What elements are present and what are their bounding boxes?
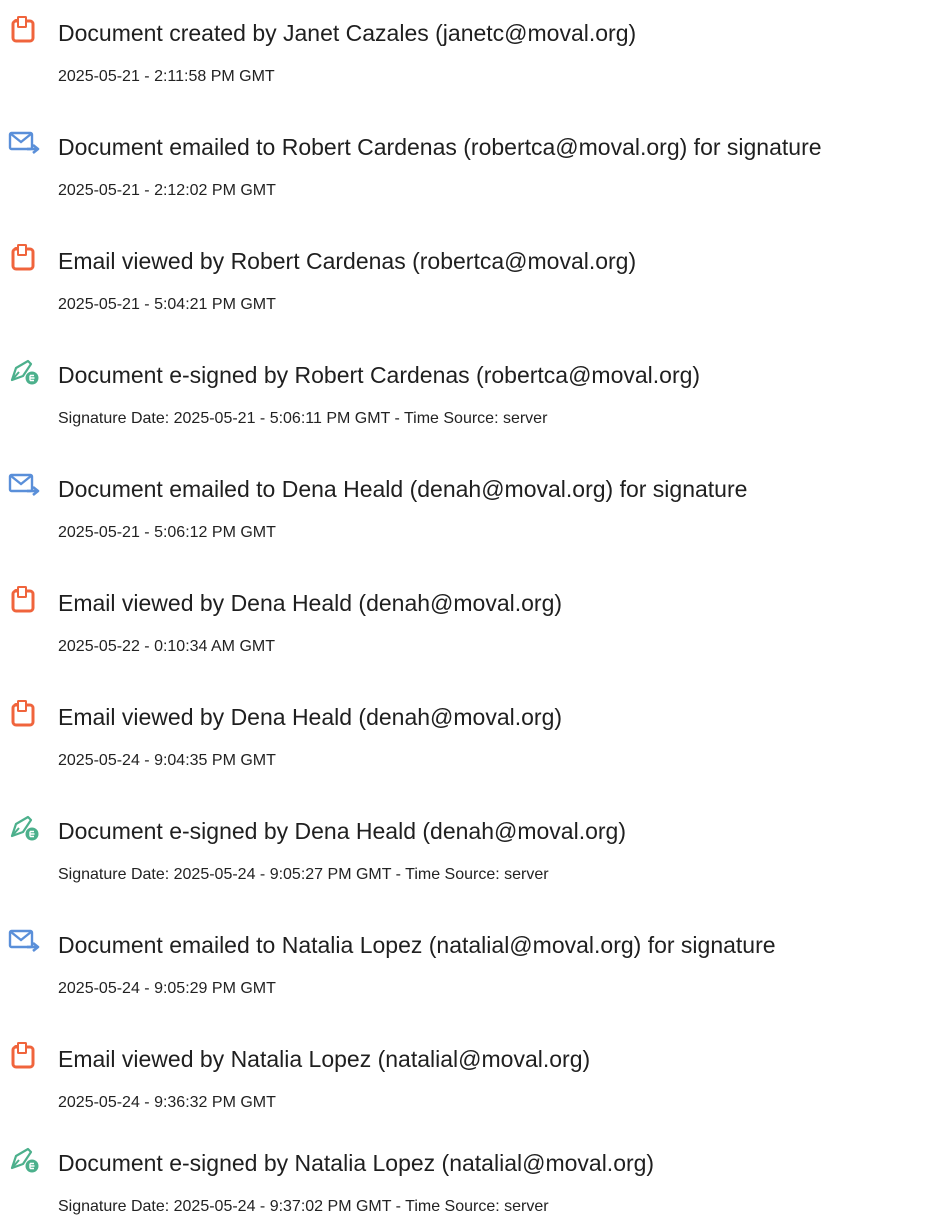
list-item: Email viewed by Dena Heald (denah@moval.… (0, 578, 943, 658)
list-item: Document e-signed by Robert Cardenas (ro… (0, 350, 943, 430)
list-item: Document emailed to Dena Heald (denah@mo… (0, 464, 943, 544)
event-title: Email viewed by Dena Heald (denah@moval.… (58, 704, 563, 730)
list-item: Document e-signed by Dena Heald (denah@m… (0, 806, 943, 886)
event-title: Document e-signed by Natalia Lopez (nata… (58, 1150, 655, 1176)
email-sent-icon (7, 471, 41, 499)
list-item: Document emailed to Robert Cardenas (rob… (0, 122, 943, 202)
event-timestamp: Signature Date: 2025-05-24 - 9:37:02 PM … (58, 1198, 549, 1215)
event-timestamp: Signature Date: 2025-05-21 - 5:06:11 PM … (58, 410, 548, 427)
e-sign-icon (7, 357, 41, 385)
list-item: Email viewed by Natalia Lopez (natalial@… (0, 1034, 943, 1114)
list-item: Document e-signed by Natalia Lopez (nata… (0, 1138, 943, 1218)
event-timestamp: 2025-05-22 - 0:10:34 AM GMT (58, 638, 275, 655)
email-sent-icon (7, 927, 41, 955)
list-item: Email viewed by Dena Heald (denah@moval.… (0, 692, 943, 772)
event-timestamp: 2025-05-24 - 9:36:32 PM GMT (58, 1094, 276, 1111)
e-sign-icon (7, 1145, 41, 1173)
document-icon (7, 1041, 41, 1069)
document-icon (7, 243, 41, 271)
e-sign-icon (7, 813, 41, 841)
event-title: Email viewed by Natalia Lopez (natalial@… (58, 1046, 591, 1072)
event-title: Document e-signed by Dena Heald (denah@m… (58, 818, 626, 844)
event-title: Document emailed to Natalia Lopez (natal… (58, 932, 776, 958)
list-item: Email viewed by Robert Cardenas (robertc… (0, 236, 943, 316)
event-timestamp: Signature Date: 2025-05-24 - 9:05:27 PM … (58, 866, 549, 883)
event-title: Email viewed by Robert Cardenas (robertc… (58, 248, 637, 274)
event-title: Email viewed by Dena Heald (denah@moval.… (58, 590, 563, 616)
event-timestamp: 2025-05-21 - 2:12:02 PM GMT (58, 182, 276, 199)
event-timestamp: 2025-05-21 - 2:11:58 PM GMT (58, 68, 275, 85)
document-icon (7, 15, 41, 43)
event-title: Document created by Janet Cazales (janet… (58, 20, 637, 46)
event-timestamp: 2025-05-24 - 9:04:35 PM GMT (58, 752, 276, 769)
event-timestamp: 2025-05-21 - 5:04:21 PM GMT (58, 296, 276, 313)
event-title: Document e-signed by Robert Cardenas (ro… (58, 362, 701, 388)
event-title: Document emailed to Dena Heald (denah@mo… (58, 476, 748, 502)
list-item: Document emailed to Natalia Lopez (natal… (0, 920, 943, 1000)
event-timestamp: 2025-05-24 - 9:05:29 PM GMT (58, 980, 276, 997)
event-title: Document emailed to Robert Cardenas (rob… (58, 134, 822, 160)
document-icon (7, 585, 41, 613)
event-timestamp: 2025-05-21 - 5:06:12 PM GMT (58, 524, 276, 541)
email-sent-icon (7, 129, 41, 157)
document-icon (7, 699, 41, 727)
list-item: Document created by Janet Cazales (janet… (0, 8, 943, 88)
